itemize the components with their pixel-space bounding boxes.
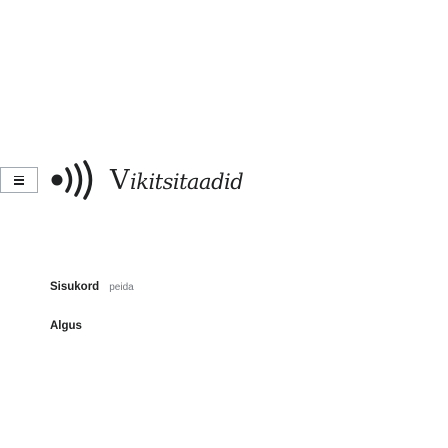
toc-hide-toggle[interactable]: peida	[109, 282, 133, 293]
page: Vikitsitaadid Sisukord peida Algus	[0, 0, 448, 448]
site-wordmark: Vikitsitaadid	[110, 164, 244, 196]
toc-header: Sisukord peida	[50, 281, 134, 293]
toc-item-algus[interactable]: Algus	[50, 320, 82, 332]
site-logo[interactable]: Vikitsitaadid	[48, 160, 244, 200]
hamburger-menu-icon	[14, 175, 24, 185]
main-menu-button[interactable]	[0, 167, 38, 193]
toc-title: Sisukord	[50, 281, 100, 293]
broadcast-dot-icon	[51, 160, 93, 200]
